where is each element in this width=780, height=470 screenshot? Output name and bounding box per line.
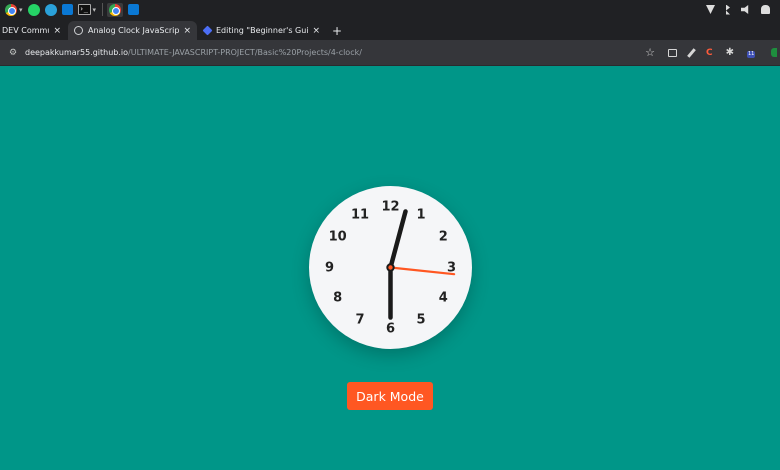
browser-tab-strip: DEV Commu × Analog Clock JavaScript × Ed…: [0, 19, 780, 40]
extension-window-icon[interactable]: [668, 48, 677, 57]
tab-title: DEV Commu: [2, 26, 50, 35]
clock-number-1: 1: [416, 207, 426, 223]
clock-number-5: 5: [416, 312, 426, 328]
chrome-icon[interactable]: [5, 3, 17, 16]
clock-number-3: 3: [446, 260, 457, 275]
clock-number-12: 12: [381, 199, 400, 214]
hour-hand: [388, 209, 408, 270]
clock-number-10: 10: [328, 229, 347, 245]
new-tab-button[interactable]: +: [332, 21, 342, 40]
system-tray: [706, 4, 780, 15]
taskbar-divider: [102, 3, 104, 16]
second-hand: [389, 266, 456, 276]
close-icon[interactable]: ×: [312, 26, 320, 36]
clock-number-11: 11: [350, 207, 370, 223]
url-host: deepakkumar55.github.io: [25, 48, 129, 57]
whatsapp-icon[interactable]: [27, 3, 40, 16]
url-field[interactable]: deepakkumar55.github.io/ULTIMATE-JAVASCR…: [25, 48, 362, 57]
bookmark-star-icon[interactable]: ☆: [645, 46, 655, 59]
clock-number-8: 8: [333, 290, 343, 306]
clock-number-2: 2: [438, 229, 448, 245]
close-icon[interactable]: ×: [53, 26, 61, 36]
extension-gear-icon[interactable]: ✱: [726, 47, 734, 58]
dark-mode-button[interactable]: Dark Mode: [347, 382, 433, 410]
globe-icon: [74, 26, 83, 35]
extension-red-icon[interactable]: C: [706, 48, 713, 58]
active-app-chrome[interactable]: [107, 2, 124, 17]
clock-number-6: 6: [385, 321, 396, 336]
wifi-icon[interactable]: [706, 5, 715, 14]
tab-editing-guide[interactable]: Editing "Beginner's Guid ×: [197, 21, 326, 40]
extension-badge-icon[interactable]: 11: [747, 47, 758, 58]
clock-number-7: 7: [355, 312, 365, 328]
notification-bell-icon[interactable]: [761, 5, 770, 14]
address-bar: ⚙ deepakkumar55.github.io/ULTIMATE-JAVAS…: [0, 40, 780, 66]
profile-avatar[interactable]: [771, 48, 777, 57]
chrome-icon: [109, 3, 122, 16]
telegram-icon[interactable]: [44, 3, 57, 16]
url-path: /ULTIMATE-JAVASCRIPT-PROJECT/Basic%20Pro…: [128, 48, 362, 57]
volume-icon[interactable]: [741, 5, 749, 14]
os-taskbar: ▾ ›_ ▾: [0, 0, 780, 19]
analog-clock: 12 1 2 3 4 5 6 7 8 9 10 11: [309, 186, 472, 349]
vscode-icon[interactable]: [61, 4, 73, 15]
tab-title: Editing "Beginner's Guid: [216, 26, 309, 35]
close-icon[interactable]: ×: [183, 26, 191, 36]
tab-dev-community[interactable]: DEV Commu ×: [0, 21, 67, 40]
site-settings-icon[interactable]: ⚙: [9, 48, 19, 58]
clock-number-9: 9: [324, 260, 335, 275]
editor-favicon-icon: [202, 25, 213, 36]
terminal-icon[interactable]: ›_: [77, 4, 91, 15]
center-dot: [388, 265, 393, 270]
chevron-down-icon[interactable]: ▾: [19, 6, 23, 14]
clock-number-4: 4: [438, 290, 448, 306]
bluetooth-icon[interactable]: [726, 4, 730, 15]
chevron-down-icon[interactable]: ▾: [93, 6, 97, 14]
vscode-icon[interactable]: [128, 4, 140, 15]
toolbar-actions: ☆ C ✱ 11: [645, 46, 780, 59]
tab-analog-clock[interactable]: Analog Clock JavaScript ×: [68, 21, 197, 40]
eyedropper-icon[interactable]: [687, 47, 696, 58]
extension-badge-count: 11: [747, 51, 756, 58]
tab-title: Analog Clock JavaScript: [88, 26, 180, 35]
